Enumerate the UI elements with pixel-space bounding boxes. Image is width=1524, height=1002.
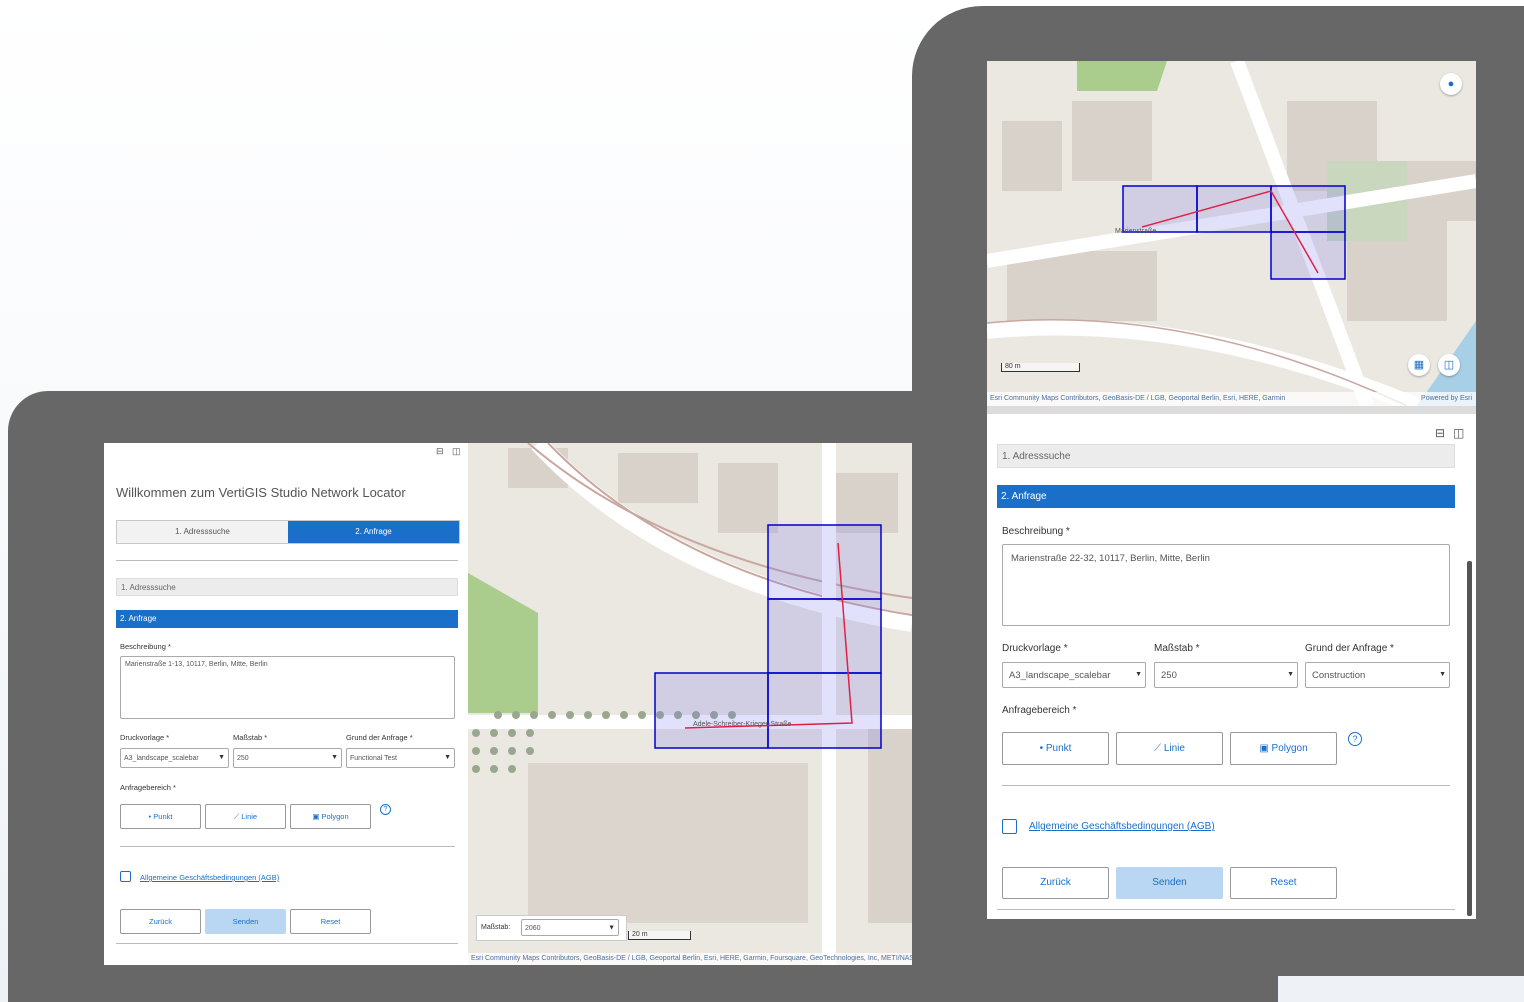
panel-title: Willkommen zum VertiGIS Studio Network L…: [116, 485, 406, 500]
beschreibung-label: Beschreibung *: [120, 642, 171, 651]
agb-link[interactable]: Allgemeine Geschäftsbedingungen (AGB): [140, 873, 279, 882]
map-scale-select[interactable]: 2060 ▼: [521, 919, 619, 936]
chevron-down-icon: ▼: [1439, 671, 1446, 678]
help-icon[interactable]: ?: [1348, 732, 1362, 746]
map-canvas: Adele-Schreiber-Krieger-Straße: [468, 443, 912, 965]
divider: [120, 846, 455, 847]
beschreibung-textarea[interactable]: Marienstraße 1-13, 10117, Berlin, Mitte,…: [120, 656, 455, 719]
linie-button[interactable]: ⟋ Linie: [205, 804, 286, 829]
basemap-icon[interactable]: ▦: [1408, 354, 1430, 376]
grund-select[interactable]: Functional Test ▼: [346, 748, 455, 768]
agb-link[interactable]: Allgemeine Geschäftsbedingungen (AGB): [1029, 821, 1215, 832]
polygon-button[interactable]: ▣ Polygon: [290, 804, 371, 829]
zurueck-button[interactable]: Zurück: [120, 909, 201, 934]
polygon-icon: ▣: [1259, 743, 1269, 754]
druckvorlage-select[interactable]: A3_landscape_scalebar ▼: [120, 748, 229, 768]
massstab-label: Maßstab *: [1154, 643, 1200, 654]
splitter[interactable]: [987, 406, 1476, 414]
divider: [997, 909, 1455, 910]
section-adresssuche[interactable]: 1. Adresssuche: [116, 578, 458, 596]
anfragebereich-label: Anfragebereich *: [1002, 705, 1077, 716]
map-view[interactable]: Marienstraße ● ▦ ◫ 80 m Esri Community M…: [987, 61, 1476, 406]
anfragebereich-label: Anfragebereich *: [120, 783, 176, 792]
agb-checkbox[interactable]: [1002, 819, 1017, 834]
locate-icon[interactable]: ●: [1440, 73, 1462, 95]
beschreibung-label: Beschreibung *: [1002, 526, 1070, 537]
expand-icon[interactable]: ◫: [452, 446, 461, 457]
map-scalebar: 80 m: [1001, 363, 1080, 372]
punkt-button[interactable]: • Punkt: [120, 804, 201, 829]
point-icon: •: [148, 812, 152, 821]
map-attribution: Esri Community Maps Contributors, GeoBas…: [987, 392, 1476, 406]
divider: [116, 560, 458, 561]
right-screen: Marienstraße ● ▦ ◫ 80 m Esri Community M…: [987, 61, 1476, 919]
line-icon: ⟋: [1154, 743, 1162, 754]
chevron-down-icon: ▼: [444, 754, 451, 761]
grund-label: Grund der Anfrage *: [1305, 643, 1394, 654]
senden-button[interactable]: Senden: [1116, 867, 1223, 899]
locator-panel: ⊟ ◫ Willkommen zum VertiGIS Studio Netwo…: [104, 443, 468, 965]
massstab-label: Maßstab *: [233, 733, 268, 742]
map-view[interactable]: Adele-Schreiber-Krieger-Straße Maßstab: …: [468, 443, 912, 965]
chevron-down-icon: ▼: [608, 924, 615, 931]
massstab-select[interactable]: 250 ▼: [233, 748, 342, 768]
street-label: Marienstraße: [1115, 228, 1156, 235]
tab-adresssuche[interactable]: 1. Adresssuche: [117, 521, 288, 543]
massstab-select[interactable]: 250 ▼: [1154, 662, 1298, 688]
zurueck-button[interactable]: Zurück: [1002, 867, 1109, 899]
map-attribution: Esri Community Maps Contributors, GeoBas…: [468, 953, 912, 965]
agb-checkbox[interactable]: [120, 871, 131, 882]
reset-button[interactable]: Reset: [1230, 867, 1337, 899]
reset-button[interactable]: Reset: [290, 909, 371, 934]
chevron-down-icon: ▼: [1135, 671, 1142, 678]
grund-label: Grund der Anfrage *: [346, 733, 413, 742]
chevron-down-icon: ▼: [1287, 671, 1294, 678]
expand-icon[interactable]: ◫: [1453, 426, 1464, 440]
druckvorlage-select[interactable]: A3_landscape_scalebar ▼: [1002, 662, 1146, 688]
legend-icon[interactable]: ◫: [1438, 354, 1460, 376]
section-adresssuche[interactable]: 1. Adresssuche: [997, 444, 1455, 468]
help-icon[interactable]: ?: [380, 804, 391, 815]
step-tabs: 1. Adresssuche 2. Anfrage: [116, 520, 460, 544]
divider: [116, 943, 458, 944]
left-screen: ⊟ ◫ Willkommen zum VertiGIS Studio Netwo…: [104, 443, 912, 965]
collapse-icon[interactable]: ⊟: [436, 446, 444, 457]
map-scalebar: 20 m: [628, 931, 691, 940]
collapse-icon[interactable]: ⊟: [1435, 426, 1445, 440]
locator-panel: ⊟ ◫ 1. Adresssuche 2. Anfrage Beschreibu…: [987, 414, 1465, 919]
senden-button[interactable]: Senden: [205, 909, 286, 934]
punkt-button[interactable]: • Punkt: [1002, 732, 1109, 765]
chevron-down-icon: ▼: [218, 754, 225, 761]
polygon-icon: ▣: [312, 812, 320, 821]
polygon-button[interactable]: ▣ Polygon: [1230, 732, 1337, 765]
line-icon: ⟋: [233, 812, 240, 821]
tab-anfrage[interactable]: 2. Anfrage: [288, 521, 459, 543]
chevron-down-icon: ▼: [331, 754, 338, 761]
section-anfrage[interactable]: 2. Anfrage: [997, 485, 1455, 508]
map-canvas: Marienstraße: [987, 61, 1476, 406]
section-anfrage[interactable]: 2. Anfrage: [116, 610, 458, 628]
linie-button[interactable]: ⟋ Linie: [1116, 732, 1223, 765]
divider: [1002, 785, 1450, 786]
druckvorlage-label: Druckvorlage *: [120, 733, 170, 742]
druckvorlage-label: Druckvorlage *: [1002, 643, 1068, 654]
beschreibung-textarea[interactable]: Marienstraße 22-32, 10117, Berlin, Mitte…: [1002, 544, 1450, 626]
panel-scrollbar[interactable]: [1467, 561, 1472, 916]
street-label: Adele-Schreiber-Krieger-Straße: [693, 721, 792, 728]
scale-widget: Maßstab: 2060 ▼: [476, 915, 627, 941]
grund-select[interactable]: Construction ▼: [1305, 662, 1450, 688]
point-icon: •: [1039, 743, 1044, 754]
